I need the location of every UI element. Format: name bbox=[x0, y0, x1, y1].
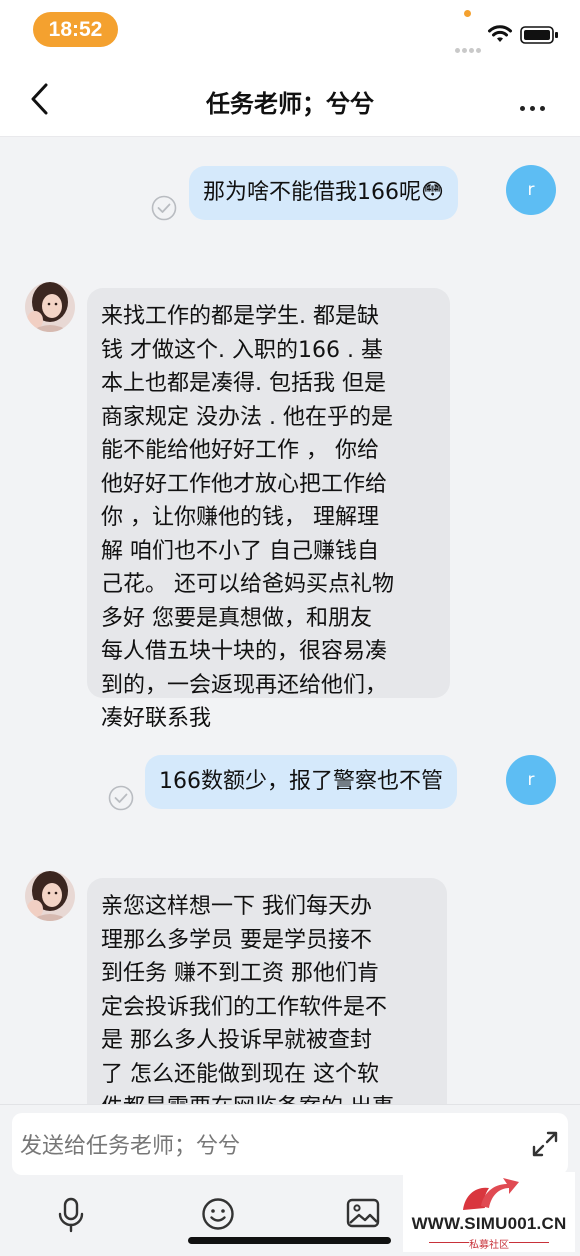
message-line: 多好 您要是真想做，和朋友 bbox=[101, 605, 372, 631]
wifi-icon bbox=[488, 25, 512, 42]
message-line: 到任务 赚不到工资 那他们肯 bbox=[101, 961, 379, 986]
microphone-icon[interactable] bbox=[57, 1197, 85, 1233]
message-bubble-outgoing[interactable]: 166数额少，报了警察也不管 bbox=[145, 755, 457, 809]
message-line: 亲您这样想一下 我们每天办 bbox=[101, 894, 372, 919]
message-line: 是 那么多人投诉早就被查封 bbox=[101, 1028, 372, 1053]
message-line: 理那么多学员 要是学员接不 bbox=[101, 927, 372, 953]
avatar[interactable] bbox=[25, 282, 75, 332]
input-placeholder: 发送给任务老师；兮兮 bbox=[20, 1134, 241, 1159]
watermark: WWW.SIMU001.CN 私募社区 bbox=[403, 1172, 575, 1252]
watermark-subtext: 私募社区 bbox=[469, 1240, 509, 1251]
watermark-text: WWW.SIMU001.CN bbox=[411, 1214, 567, 1233]
message-line: 他好好工作他才放心把工作给 bbox=[101, 471, 388, 497]
avatar[interactable]: r bbox=[506, 755, 556, 805]
message-bubble-outgoing[interactable]: 那为啥不能借我166呢😳 bbox=[189, 166, 458, 220]
message-bubble-incoming[interactable]: 亲您这样想一下 我们每天办 理那么多学员 要是学员接不 到任务 赚不到工资 那他… bbox=[87, 878, 447, 1104]
read-receipt-icon bbox=[151, 195, 177, 221]
message-line: 己花。 还可以给爸妈买点礼物 bbox=[101, 572, 394, 597]
navigation-bar: 任务老师；兮兮 bbox=[0, 62, 580, 137]
privacy-indicator-icon bbox=[464, 10, 471, 17]
expand-icon[interactable] bbox=[530, 1129, 560, 1159]
read-receipt-icon bbox=[108, 785, 134, 811]
message-line: 能不能给他好好工作 ， 你给 bbox=[101, 438, 379, 463]
battery-icon bbox=[520, 26, 558, 44]
message-line: 你 ，让你赚他的钱， 理解理 bbox=[101, 505, 379, 530]
message-line: 本上也都是凑得. 包括我 但是 bbox=[101, 371, 386, 396]
home-indicator[interactable] bbox=[188, 1237, 391, 1244]
emoji-icon[interactable] bbox=[201, 1197, 235, 1231]
status-time: 18:52 bbox=[33, 12, 118, 47]
message-line: 解 咱们也不小了 自己赚钱自 bbox=[101, 538, 379, 564]
message-input[interactable]: 发送给任务老师；兮兮 bbox=[12, 1113, 568, 1175]
image-icon[interactable] bbox=[346, 1197, 380, 1229]
message-line: 了 怎么还能做到现在 这个软 bbox=[101, 1061, 379, 1087]
page-title: 任务老师；兮兮 bbox=[206, 90, 374, 118]
watermark-logo-icon bbox=[463, 1178, 519, 1210]
signal-icon bbox=[455, 38, 483, 53]
avatar[interactable]: r bbox=[506, 165, 556, 215]
message-bubble-incoming[interactable]: 来找工作的都是学生. 都是缺 钱 才做这个. 入职的166 . 基 本上也都是凑… bbox=[87, 288, 450, 731]
message-line: 件都是需要在网监备案的 出事 bbox=[101, 1091, 433, 1104]
more-options-icon[interactable] bbox=[520, 96, 550, 115]
avatar[interactable] bbox=[25, 871, 75, 921]
message-line: 凑好联系我 bbox=[101, 706, 212, 731]
message-line: 商家规定 没办法 . 他在乎的是 bbox=[101, 404, 393, 430]
message-line: 钱 才做这个. 入职的166 . 基 bbox=[101, 337, 383, 363]
message-line: 到的，一会返现再还给他们， bbox=[101, 672, 388, 698]
message-line: 每人借五块十块的，很容易凑 bbox=[101, 639, 388, 664]
message-line: 定会投诉我们的工作软件是不 bbox=[101, 994, 388, 1020]
chat-message-list[interactable]: 那为啥不能借我166呢😳 r 来找工作的都是学生. 都是缺 钱 才做这个. 入职… bbox=[0, 138, 580, 1104]
status-bar: 18:52 bbox=[0, 0, 580, 62]
message-line: 来找工作的都是学生. 都是缺 bbox=[101, 304, 379, 329]
